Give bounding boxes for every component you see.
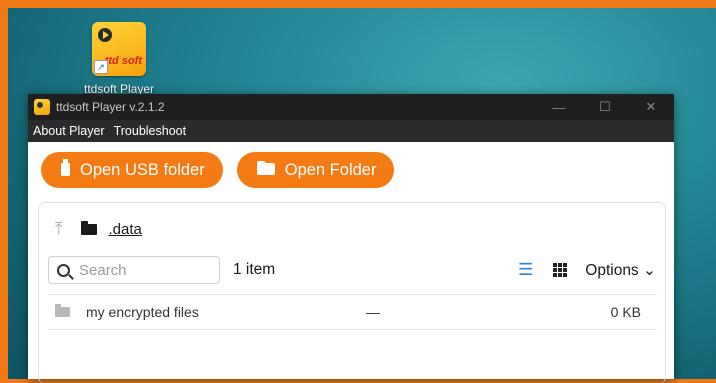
search-row: Search 1 item ☰ Options ⌄ (48, 255, 656, 285)
search-placeholder: Search (79, 261, 127, 279)
shortcut-arrow-icon: ↗ (94, 60, 108, 74)
app-logo-icon: ttd soft ↗ (92, 22, 146, 76)
title-bar[interactable]: ttdsoft Player v.2.1.2 — ☐ ✕ (28, 94, 674, 120)
minimize-button[interactable]: — (536, 94, 582, 120)
file-date: — (366, 304, 380, 320)
table-row[interactable]: my encrypted files — 0 KB (48, 294, 657, 330)
options-dropdown[interactable]: Options ⌄ (585, 261, 656, 280)
up-directory-icon[interactable]: ⤒ (55, 219, 63, 239)
toolbar: Open USB folder Open Folder (28, 142, 674, 198)
close-button[interactable]: ✕ (628, 94, 674, 120)
menu-item-troubleshoot[interactable]: Troubleshoot (109, 124, 191, 138)
item-count: 1 item (233, 261, 276, 278)
open-usb-folder-label: Open USB folder (80, 160, 205, 179)
file-list: my encrypted files — 0 KB (48, 294, 657, 330)
app-title-icon (34, 99, 50, 115)
open-folder-button[interactable]: Open Folder (236, 152, 395, 188)
file-browser-panel: ⤒ .data Search 1 item ☰ Options ⌄ my enc… (38, 202, 666, 383)
list-view-icon[interactable]: ☰ (518, 260, 533, 280)
search-input[interactable]: Search (48, 256, 220, 284)
breadcrumb-link-data[interactable]: .data (109, 221, 142, 238)
file-size: 0 KB (610, 304, 641, 320)
menu-item-about-player[interactable]: About Player (28, 124, 109, 138)
folder-icon (256, 160, 275, 180)
usb-drive-icon (61, 159, 70, 181)
logo-text: ttd soft (104, 55, 142, 67)
search-icon (57, 263, 70, 277)
open-usb-folder-button[interactable]: Open USB folder (41, 152, 223, 188)
open-folder-label: Open Folder (284, 160, 377, 179)
app-window: ttdsoft Player v.2.1.2 — ☐ ✕ About Playe… (28, 94, 674, 383)
desktop-shortcut-ttdsoft-player[interactable]: ttd soft ↗ ttdsoft Player (74, 22, 164, 96)
maximize-button[interactable]: ☐ (582, 94, 628, 120)
file-name: my encrypted files (86, 304, 199, 320)
chevron-down-icon: ⌄ (643, 261, 656, 279)
grid-view-icon[interactable] (553, 263, 568, 277)
breadcrumb: ⤒ .data (55, 219, 142, 239)
folder-icon (55, 304, 70, 317)
options-label: Options (585, 261, 639, 279)
window-title: ttdsoft Player v.2.1.2 (56, 100, 165, 114)
menu-bar: About Player Troubleshoot (28, 120, 674, 142)
folder-icon (80, 220, 97, 235)
